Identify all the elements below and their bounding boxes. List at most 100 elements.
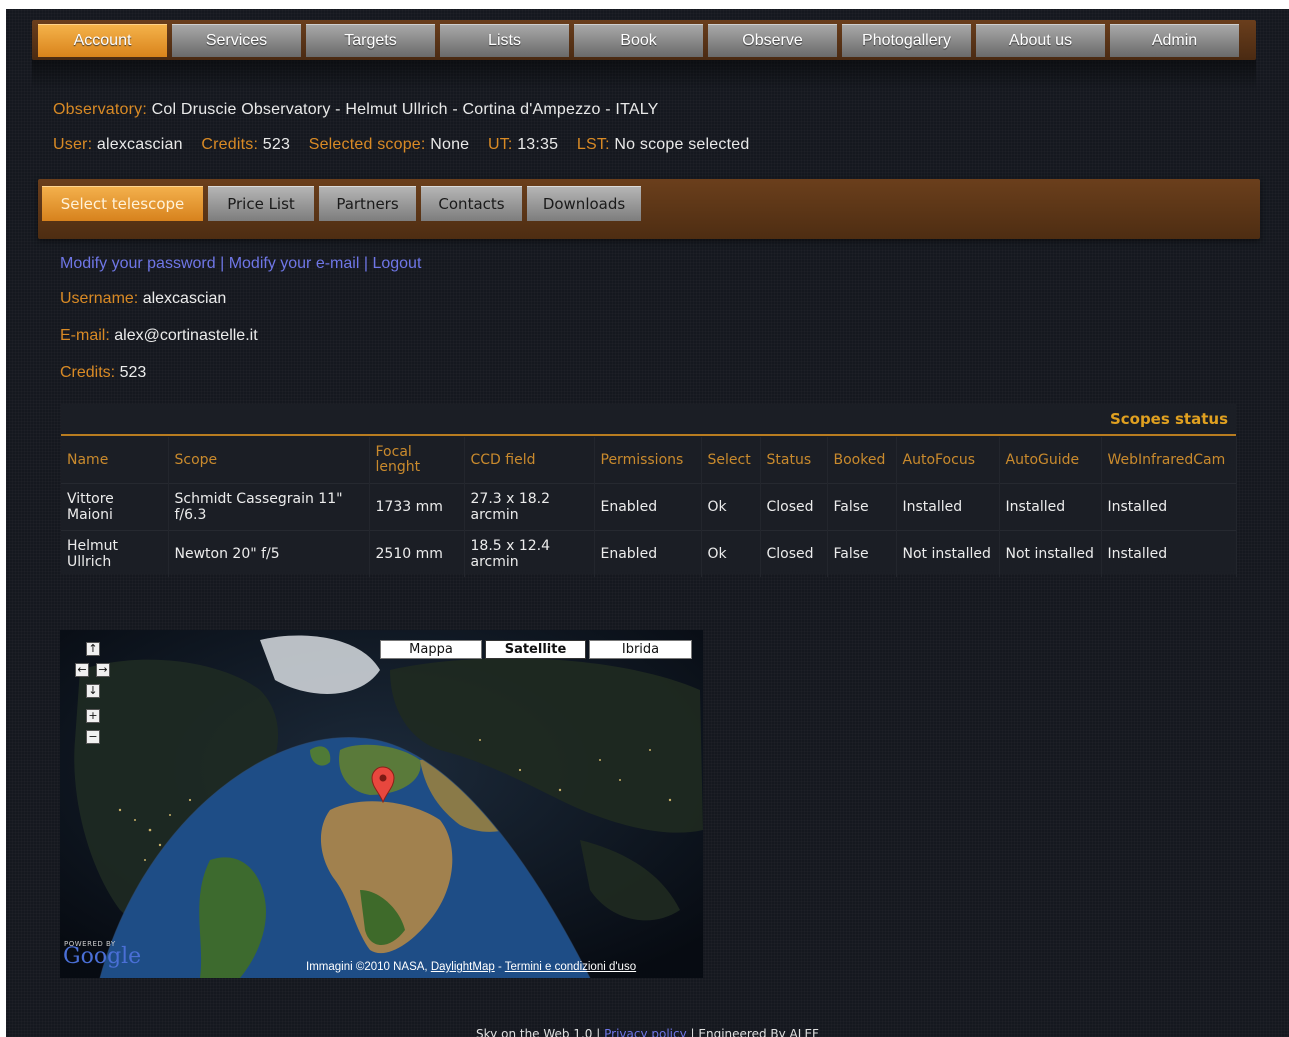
account-credits-label: Credits: (60, 364, 116, 381)
map-type-satellite[interactable]: Satellite (485, 640, 586, 659)
subnav-select-telescope[interactable]: Select telescope (42, 186, 203, 221)
lst-label: LST: (576, 136, 610, 153)
username-value: alexcascian (142, 290, 227, 307)
terms-link[interactable]: Termini e condizioni d'uso (505, 961, 636, 973)
cell-ccd: 27.3 x 18.2 arcmin (464, 483, 595, 531)
account-credits-value: 523 (119, 364, 147, 381)
nav-book[interactable]: Book (574, 24, 703, 57)
observatory-map[interactable]: ↑ ← → ↓ + − Mappa Satellite Ibrida POWER… (60, 630, 703, 978)
ut-value: 13:35 (517, 136, 559, 153)
map-credit: Immagini ©2010 NASA, DaylightMap - Termi… (306, 961, 636, 973)
select-ok-link[interactable]: Ok (701, 483, 761, 531)
selected-scope-label: Selected scope: (308, 136, 426, 153)
credits-label: Credits: (201, 136, 259, 153)
google-logo[interactable]: Google (63, 944, 141, 969)
subnav-contacts[interactable]: Contacts (421, 186, 522, 221)
username-label: Username: (60, 290, 139, 307)
col-autofocus: AutoFocus (896, 437, 1000, 484)
email-label: E-mail: (60, 327, 110, 344)
cell-booked: False (827, 530, 897, 577)
cell-focal: 1733 mm (369, 483, 465, 531)
col-scope: Scope (168, 437, 370, 484)
zoom-in-icon[interactable]: + (86, 709, 100, 723)
username-row: Username: alexcascian (60, 290, 226, 308)
map-type-ibrida[interactable]: Ibrida (589, 640, 692, 659)
cell-ccd: 18.5 x 12.4 arcmin (464, 530, 595, 577)
map-imagery (60, 630, 703, 978)
modify-password-link[interactable]: Modify your password (60, 255, 216, 272)
scopes-status-panel: Scopes status Name Scope Focal lenght CC… (61, 404, 1237, 577)
page: Account Services Targets Lists Book Obse… (6, 9, 1289, 1037)
footer-text: Sky on the Web 1.0 | (476, 1027, 601, 1037)
subnav-downloads[interactable]: Downloads (527, 186, 641, 221)
logout-link[interactable]: Logout (372, 255, 421, 272)
table-row: Helmut Ullrich Newton 20" f/5 2510 mm 18… (61, 530, 1237, 577)
email-row: E-mail: alex@cortinastelle.it (60, 327, 258, 345)
cell-autoguide: Not installed (999, 530, 1102, 577)
user-value: alexcascian (96, 136, 183, 153)
nav-services[interactable]: Services (172, 24, 301, 57)
footer-engineered: | Engineered By ALEF (690, 1027, 819, 1037)
daylightmap-link[interactable]: DaylightMap (431, 961, 495, 973)
cell-webinfraredcam: Installed (1101, 530, 1237, 577)
credits-row: Credits: 523 (60, 364, 146, 382)
footer: Sky on the Web 1.0 | Privacy policy | En… (6, 1027, 1289, 1037)
session-line: User: alexcascian Credits: 523 Selected … (53, 136, 749, 154)
col-booked: Booked (827, 437, 897, 484)
cell-focal: 2510 mm (369, 530, 465, 577)
nav-targets[interactable]: Targets (306, 24, 435, 57)
col-focal: Focal lenght (369, 437, 465, 484)
cell-permissions: Enabled (594, 483, 702, 531)
col-name: Name (61, 437, 169, 484)
arrow-left-icon[interactable]: ← (75, 663, 89, 677)
col-webinfraredcam: WebInfraredCam (1101, 437, 1237, 484)
observatory-line: Observatory: Col Druscie Observatory - H… (53, 101, 659, 119)
lst-value: No scope selected (614, 136, 750, 153)
nav-lists[interactable]: Lists (440, 24, 569, 57)
cell-scope: Newton 20" f/5 (168, 530, 370, 577)
col-select: Select (701, 437, 761, 484)
arrow-up-icon[interactable]: ↑ (86, 642, 100, 656)
nav-photogallery[interactable]: Photogallery (842, 24, 971, 57)
ut-label: UT: (487, 136, 513, 153)
observatory-name: Col Druscie Observatory - Helmut Ullrich… (151, 101, 659, 118)
arrow-down-icon[interactable]: ↓ (86, 684, 100, 698)
subnav-partners[interactable]: Partners (319, 186, 416, 221)
nav-account[interactable]: Account (38, 24, 167, 57)
account-links: Modify your password | Modify your e-mai… (60, 255, 421, 273)
scopes-table: Name Scope Focal lenght CCD field Permis… (61, 437, 1237, 577)
nav-observe[interactable]: Observe (708, 24, 837, 57)
privacy-policy-link[interactable]: Privacy policy (604, 1027, 687, 1037)
cell-permissions: Enabled (594, 530, 702, 577)
cell-status: Closed (760, 483, 828, 531)
col-autoguide: AutoGuide (999, 437, 1102, 484)
credits-value: 523 (262, 136, 291, 153)
credit-text: Immagini ©2010 NASA, (306, 961, 428, 973)
cell-autoguide: Installed (999, 483, 1102, 531)
link-separator: | (363, 255, 368, 272)
cell-name: Helmut Ullrich (61, 530, 169, 577)
scopes-status-title: Scopes status (1109, 410, 1228, 428)
email-value: alex@cortinastelle.it (114, 327, 258, 344)
modify-email-link[interactable]: Modify your e-mail (229, 255, 360, 272)
cell-autofocus: Installed (896, 483, 1000, 531)
cell-booked: False (827, 483, 897, 531)
main-nav: Account Services Targets Lists Book Obse… (32, 20, 1256, 60)
map-type-mappa[interactable]: Mappa (380, 640, 482, 659)
credit-separator: - (497, 961, 502, 973)
subnav-price-list[interactable]: Price List (208, 186, 314, 221)
table-row: Vittore Maioni Schmidt Cassegrain 11" f/… (61, 483, 1237, 531)
nav-admin[interactable]: Admin (1110, 24, 1239, 57)
zoom-out-icon[interactable]: − (86, 730, 100, 744)
cell-webinfraredcam: Installed (1101, 483, 1237, 531)
title-rule (61, 434, 1236, 436)
arrow-right-icon[interactable]: → (96, 663, 110, 677)
col-ccd: CCD field (464, 437, 595, 484)
nav-shadow (32, 60, 1256, 90)
map-pin-icon[interactable] (370, 765, 396, 803)
link-separator: | (220, 255, 225, 272)
cell-name: Vittore Maioni (61, 483, 169, 531)
select-ok-link[interactable]: Ok (701, 530, 761, 577)
nav-about-us[interactable]: About us (976, 24, 1105, 57)
selected-scope-value: None (430, 136, 470, 153)
